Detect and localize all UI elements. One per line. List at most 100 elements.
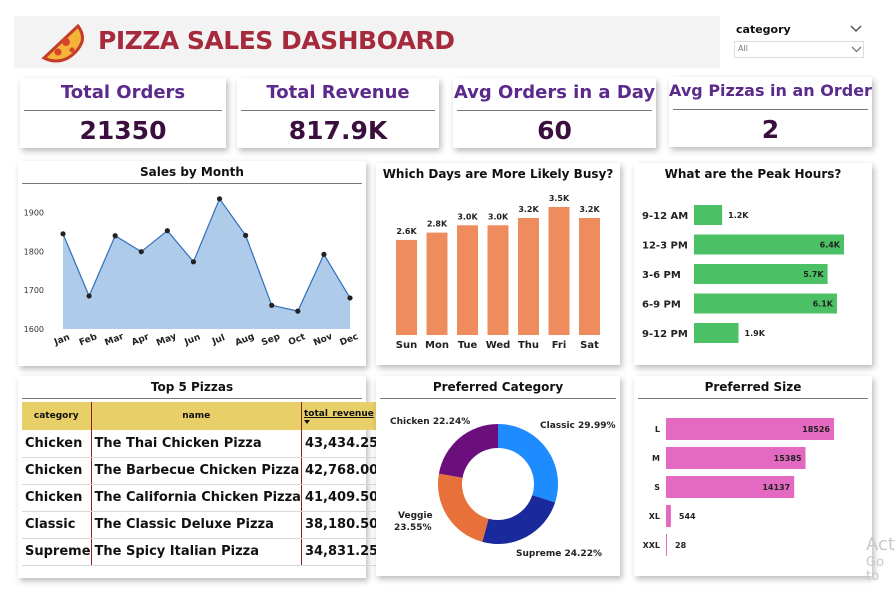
x-tick-label: Mar <box>104 332 126 349</box>
category-cell: Chicken <box>22 457 92 485</box>
sort-desc-icon <box>303 419 310 424</box>
data-label: 28 <box>675 541 687 550</box>
bar <box>666 534 667 556</box>
x-tick-label: Tue <box>458 340 478 351</box>
divider <box>380 398 616 399</box>
table-row[interactable]: Classic The Classic Deluxe Pizza 38,180.50 <box>22 511 379 539</box>
y-tick-label: 1700 <box>24 286 44 295</box>
category-cell: Chicken <box>22 430 92 458</box>
kpi-avg-pizzas-order: Avg Pizzas in an Order 2 <box>669 77 872 147</box>
kpi-avg-orders-day: Avg Orders in a Day 60 <box>453 78 656 148</box>
data-point <box>86 293 92 299</box>
column-header-label: total_revenue <box>303 408 374 419</box>
top5-pizzas-table: category name total_revenue Chicken The T… <box>22 402 379 566</box>
column-header-name[interactable]: name <box>91 402 302 430</box>
x-tick-label: Mon <box>425 340 449 351</box>
slice-label: Supreme 24.22% <box>516 549 602 559</box>
bar <box>457 225 478 335</box>
name-cell: The Barbecue Chicken Pizza <box>91 457 302 485</box>
chevron-down-icon[interactable] <box>850 25 862 33</box>
category-cell: Chicken <box>22 484 92 512</box>
peak-hours-chart: 9-12 AM 1.2K 12-3 PM 6.4K 3-6 PM 5.7K 6-9 PM 6.… <box>642 205 844 343</box>
x-tick-label: Jul <box>210 333 227 347</box>
y-tick-label: 1800 <box>24 247 44 256</box>
data-label: 15385 <box>774 454 802 463</box>
kpi-total-orders: Total Orders 21350 <box>20 78 226 148</box>
divider <box>24 110 222 111</box>
y-tick-label: 9-12 PM <box>642 329 688 340</box>
x-tick-label: Nov <box>312 332 334 349</box>
y-tick-label: L <box>655 425 660 434</box>
data-label: 1.9K <box>745 329 766 338</box>
panel-title: Which Days are More Likely Busy? <box>382 167 614 181</box>
data-label: 3.0K <box>457 212 478 221</box>
category-cell: Supreme <box>22 538 92 566</box>
y-tick-label: 1600 <box>24 325 44 334</box>
column-header-category[interactable]: category <box>22 402 92 430</box>
data-label: 2.8K <box>427 220 448 229</box>
revenue-cell: 34,831.25 <box>301 538 379 566</box>
slice-label: Chicken 22.24% <box>390 417 470 427</box>
kpi-title: Avg Orders in a Day <box>453 82 656 103</box>
table-row[interactable]: Chicken The Barbecue Chicken Pizza 42,768.… <box>22 457 379 485</box>
kpi-title: Total Revenue <box>266 82 410 103</box>
data-point <box>138 249 144 255</box>
data-label: 6.1K <box>813 300 834 309</box>
bar <box>518 217 539 335</box>
busy-days-chart: 2.6K Sun 2.8K Mon 3.0K Tue 3.0K Wed 3.2K Thu 3.5K F… <box>396 194 601 351</box>
data-point <box>164 228 170 234</box>
peak-hours-panel: What are the Peak Hours? 9-12 AM 1.2K 12-3… <box>634 163 872 365</box>
bar <box>487 225 509 335</box>
kpi-value: 817.9K <box>288 116 388 145</box>
kpi-value: 21350 <box>79 116 167 145</box>
data-point <box>321 251 327 257</box>
name-cell: The Spicy Italian Pizza <box>91 538 302 566</box>
preferred-category-panel: Preferred Category Classic 29.99% Supreme… <box>376 376 620 576</box>
bar <box>694 205 723 225</box>
y-tick-label: 3-6 PM <box>642 270 681 281</box>
x-tick-label: May <box>155 332 178 349</box>
table-row[interactable]: Supreme The Spicy Italian Pizza 34,831.25 <box>22 538 379 566</box>
category-slicer[interactable]: category All <box>728 18 868 62</box>
x-tick-label: Sun <box>396 340 417 351</box>
x-tick-label: Oct <box>287 332 307 348</box>
x-tick-label: Jan <box>52 333 71 349</box>
data-label: 3.5K <box>549 194 570 203</box>
panel-title: What are the Peak Hours? <box>664 167 842 181</box>
sales-by-month-chart: 1600 1700 1800 1900 Jan Feb Mar Apr May Jun Jul Aug… <box>24 196 360 349</box>
activation-watermark: Act Go to <box>866 534 896 584</box>
x-tick-label: Thu <box>518 340 539 351</box>
x-tick-label: Sat <box>580 340 599 351</box>
data-label: 5.7K <box>803 270 824 279</box>
slice-label: Classic 29.99% <box>540 421 616 431</box>
data-point <box>269 302 275 308</box>
revenue-cell: 43,434.25 <box>301 430 379 458</box>
top5-pizzas-panel: Top 5 Pizzas category name total_revenue… <box>18 376 379 578</box>
divider <box>673 109 868 110</box>
column-header-total-revenue[interactable]: total_revenue <box>301 402 379 430</box>
x-tick-label: Feb <box>78 332 99 348</box>
table-row[interactable]: Chicken The California Chicken Pizza 41,40… <box>22 484 379 512</box>
divider <box>638 398 868 399</box>
panel-title: Sales by Month <box>140 165 244 179</box>
revenue-cell: 38,180.50 <box>301 511 379 539</box>
donut-slice <box>438 473 489 542</box>
y-tick-label: XXL <box>643 541 660 550</box>
y-tick-label: 6-9 PM <box>642 300 681 311</box>
divider <box>457 110 652 111</box>
kpi-title: Total Orders <box>60 82 186 103</box>
y-tick-label: M <box>652 454 660 463</box>
x-tick-label: Wed <box>486 340 511 351</box>
slicer-label: category <box>736 23 791 36</box>
data-point <box>243 232 249 238</box>
data-label: 6.4K <box>820 241 841 250</box>
divider <box>22 183 362 184</box>
slice-label: Veggie <box>398 511 433 521</box>
data-label: 14137 <box>762 483 790 492</box>
table-row[interactable]: Chicken The Thai Chicken Pizza 43,434.25 <box>22 430 379 458</box>
pizza-slice-icon <box>41 23 84 63</box>
x-tick-label: Jun <box>182 332 202 348</box>
panel-title: Preferred Size <box>704 380 802 394</box>
revenue-cell: 42,768.00 <box>301 457 379 485</box>
slicer-dropdown[interactable]: All <box>734 41 864 58</box>
